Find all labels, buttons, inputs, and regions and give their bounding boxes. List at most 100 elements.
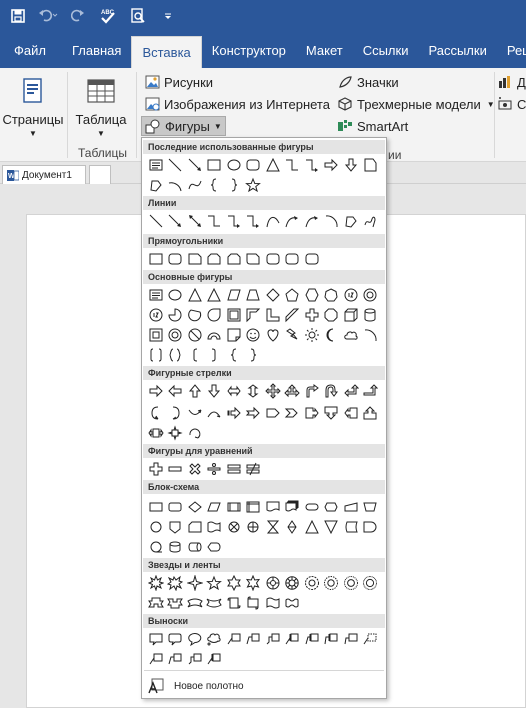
shape-curvearrow-icon[interactable] [302,212,322,230]
shape-predefined-icon[interactable] [224,498,244,516]
shape-preparation-icon[interactable] [322,498,342,516]
shape-curvedribbondown-icon[interactable] [205,594,225,612]
shape-cube-icon[interactable] [341,306,361,324]
shape-triangle-icon[interactable] [263,156,283,174]
shape-cloud-icon[interactable] [341,326,361,344]
shape-arrowline-icon[interactable] [185,156,205,174]
shape-explosion1-icon[interactable] [146,574,166,592]
shape-pentagonarrow-icon[interactable] [263,404,283,422]
shape-snipround-icon[interactable] [244,250,264,268]
shape-elbowarrow-icon[interactable] [302,156,322,174]
shape-star7-icon[interactable] [244,574,264,592]
shape-arc-icon[interactable] [166,176,186,194]
shape-teardrop-icon[interactable] [205,306,225,324]
online-pictures-button[interactable]: Изображения из Интернета [144,94,330,114]
shape-textbox-icon[interactable] [146,286,166,304]
shape-curvedribbonup-icon[interactable] [185,594,205,612]
shape-nosymbol-icon[interactable] [185,326,205,344]
shape-curvedright-icon[interactable] [146,404,166,422]
shape-textbox-icon[interactable] [146,156,166,174]
tab-layout[interactable]: Макет [296,32,353,68]
shape-multidoc-icon[interactable] [283,498,303,516]
shape-trapezoid-icon[interactable] [244,286,264,304]
shapes-button[interactable]: Фигуры ▼ [141,116,226,136]
shape-internal-icon[interactable] [244,498,264,516]
shape-bevel-icon[interactable] [146,326,166,344]
shape-curveddown-icon[interactable] [205,404,225,422]
shape-heptagon-icon[interactable] [322,286,342,304]
shape-line-icon[interactable] [166,156,186,174]
shape-star5-icon[interactable] [205,574,225,592]
shape-parallelogram-icon[interactable] [224,286,244,304]
shape-n12-icon[interactable] [146,306,166,324]
shape-linecallout3-icon[interactable] [263,630,283,648]
shape-manualop-icon[interactable] [361,498,381,516]
shape-decagon-icon[interactable] [361,286,381,304]
shape-octagon-icon[interactable] [322,306,342,324]
shape-manualinput-icon[interactable] [341,498,361,516]
shape-upcallout-icon[interactable] [361,404,381,422]
shape-line-icon[interactable] [146,212,166,230]
screenshot-button[interactable]: Сн [497,94,526,114]
shape-rightarrow-icon[interactable] [146,382,166,400]
shape-star4-icon[interactable] [185,574,205,592]
shape-donut-icon[interactable] [166,326,186,344]
shape-cross-icon[interactable] [302,306,322,324]
shape-roundrect-icon[interactable] [166,250,186,268]
shape-pentagonish-icon[interactable] [361,156,381,174]
shape-collate-icon[interactable] [263,518,283,536]
shape-pentagon-icon[interactable] [283,286,303,304]
shape-star10-icon[interactable] [283,574,303,592]
shape-lbrace-icon[interactable] [224,346,244,364]
shape-n12-icon[interactable] [341,286,361,304]
shape-uturn-icon[interactable] [322,382,342,400]
shape-chevron-icon[interactable] [283,404,303,422]
shape-explosion2-icon[interactable] [166,574,186,592]
shape-offpage-icon[interactable] [166,518,186,536]
shape-dblbrace-icon[interactable] [166,346,186,364]
tab-mailings[interactable]: Рассылки [418,32,496,68]
shape-freeform-icon[interactable] [146,176,166,194]
shape-leftarrow-icon[interactable] [166,382,186,400]
shape-accentcallout2-icon[interactable] [302,630,322,648]
shape-stripedright-icon[interactable] [224,404,244,422]
shape-elbow-icon[interactable] [205,212,225,230]
shape-equal-icon[interactable] [224,460,244,478]
shape-dashcallout-icon[interactable] [361,630,381,648]
spelling-icon[interactable]: ABC [98,6,118,26]
shape-can-icon[interactable] [361,306,381,324]
shape-heart-icon[interactable] [263,326,283,344]
shape-ellipse-icon[interactable] [224,156,244,174]
3d-models-button[interactable]: Трехмерные модели ▼ [337,94,495,114]
shape-storeddata-icon[interactable] [341,518,361,536]
shape-plus-icon[interactable] [146,460,166,478]
shape-curvearrow-icon[interactable] [283,212,303,230]
shape-quadarrow-icon[interactable] [263,382,283,400]
shape-document-icon[interactable] [263,498,283,516]
shape-frame-icon[interactable] [224,306,244,324]
shape-curvedup-icon[interactable] [185,404,205,422]
shape-halfframe-icon[interactable] [244,306,264,324]
shape-udarrow-icon[interactable] [244,382,264,400]
shape-triangle-icon[interactable] [185,286,205,304]
shape-arcline-icon[interactable] [322,212,342,230]
tab-references[interactable]: Ссылки [353,32,419,68]
shape-dblbracket-icon[interactable] [146,346,166,364]
shape-notequal-icon[interactable] [244,460,264,478]
shape-star6-icon[interactable] [224,574,244,592]
shape-star24-icon[interactable] [341,574,361,592]
shape-rbracket-icon[interactable] [205,346,225,364]
shape-downcallout-icon[interactable] [322,404,342,422]
shape-rightcallout-icon[interactable] [302,404,322,422]
tab-design[interactable]: Конструктор [202,32,296,68]
shape-delay-icon[interactable] [361,518,381,536]
shape-circulararrow-icon[interactable] [185,424,205,442]
shape-chord-icon[interactable] [185,306,205,324]
shape-sun-icon[interactable] [302,326,322,344]
shape-snip2-icon[interactable] [205,250,225,268]
shape-decision-icon[interactable] [185,498,205,516]
shape-multiply-icon[interactable] [185,460,205,478]
shape-dblwave-icon[interactable] [283,594,303,612]
document-tab[interactable]: W Документ1 [2,165,86,184]
shape-directaccess-icon[interactable] [185,538,205,556]
